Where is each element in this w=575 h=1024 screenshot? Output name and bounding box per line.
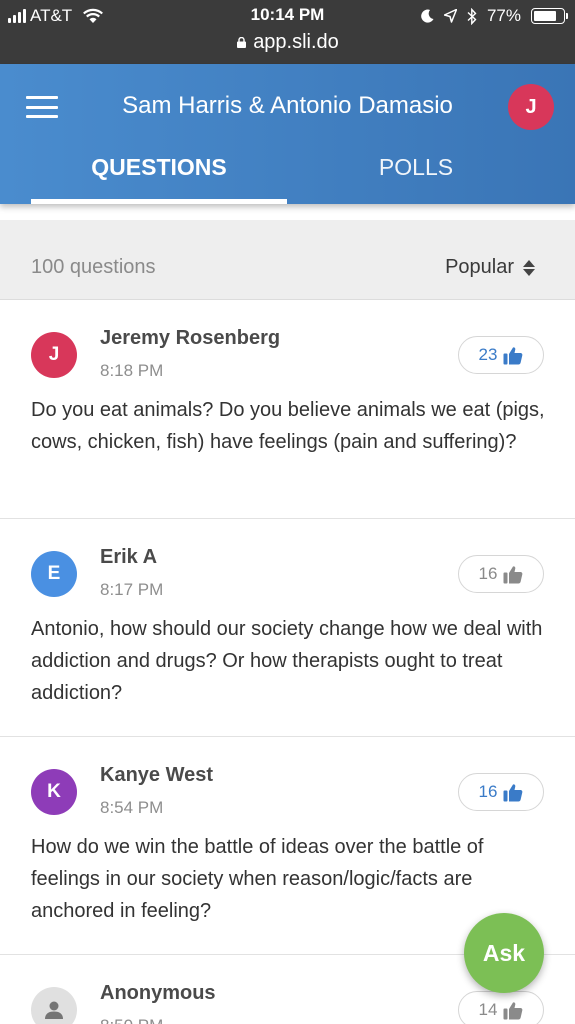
sort-dropdown[interactable]: Popular bbox=[445, 256, 535, 279]
app-header: Sam Harris & Antonio Damasio J QUESTIONS… bbox=[0, 64, 575, 204]
like-count: 14 bbox=[478, 1000, 498, 1019]
thumbs-up-icon bbox=[503, 1001, 523, 1019]
question-time: 8:18 PM bbox=[100, 361, 164, 380]
question-card: J Jeremy Rosenberg 8:18 PM 23 Do you eat… bbox=[0, 300, 575, 519]
question-count: 100 questions bbox=[31, 256, 156, 278]
question-text: Antonio, how should our society change h… bbox=[31, 618, 543, 704]
author-name: Anonymous bbox=[100, 982, 216, 1004]
like-button[interactable]: 16 bbox=[458, 773, 544, 811]
lock-icon bbox=[237, 37, 247, 48]
anonymous-user-icon bbox=[45, 1001, 63, 1019]
thumbs-up-icon bbox=[503, 346, 523, 364]
question-time: 8:50 PM bbox=[100, 1016, 163, 1024]
question-text: Do you eat animals? Do you believe anima… bbox=[31, 399, 545, 453]
user-avatar[interactable]: J bbox=[508, 84, 554, 130]
location-arrow-icon bbox=[443, 9, 457, 23]
sort-arrows-icon bbox=[523, 259, 535, 276]
question-time: 8:54 PM bbox=[100, 798, 164, 817]
question-text: How do we win the battle of ideas over t… bbox=[31, 836, 484, 922]
like-count: 16 bbox=[478, 564, 498, 583]
author-avatar: J bbox=[31, 332, 77, 378]
sort-bar: 100 questions Popular bbox=[0, 220, 575, 300]
author-name: Kanye West bbox=[100, 764, 214, 786]
like-count: 23 bbox=[478, 345, 498, 364]
battery-icon bbox=[531, 8, 568, 24]
event-title: Sam Harris & Antonio Damasio bbox=[122, 92, 453, 119]
status-bar: AT&T 10:14 PM app.sli.do 77% bbox=[0, 0, 575, 64]
like-count: 16 bbox=[478, 782, 498, 801]
battery-percent: 77% bbox=[486, 6, 521, 25]
tab-polls[interactable]: POLLS bbox=[288, 150, 544, 204]
tab-questions[interactable]: QUESTIONS bbox=[31, 150, 287, 204]
author-name: Erik A bbox=[100, 546, 158, 568]
author-avatar bbox=[31, 987, 77, 1024]
address-bar[interactable]: app.sli.do bbox=[0, 31, 575, 54]
author-name: Jeremy Rosenberg bbox=[100, 327, 281, 349]
question-card: E Erik A 8:17 PM 16 Antonio, how should … bbox=[0, 519, 575, 737]
like-button[interactable]: 14 bbox=[458, 991, 544, 1024]
bluetooth-icon bbox=[467, 7, 477, 25]
status-bar-right: 77% bbox=[421, 6, 568, 26]
thumbs-up-icon bbox=[503, 783, 523, 801]
ask-button[interactable]: Ask bbox=[464, 913, 544, 993]
address-url: app.sli.do bbox=[253, 31, 339, 53]
author-avatar: E bbox=[31, 551, 77, 597]
like-button[interactable]: 16 bbox=[458, 555, 544, 593]
like-button[interactable]: 23 bbox=[458, 336, 544, 374]
author-avatar: K bbox=[31, 769, 77, 815]
battery-fill bbox=[534, 11, 556, 21]
sort-label: Popular bbox=[445, 256, 514, 278]
moon-icon bbox=[421, 9, 434, 23]
thumbs-up-icon bbox=[503, 565, 523, 583]
question-time: 8:17 PM bbox=[100, 580, 164, 599]
active-tab-indicator bbox=[31, 199, 287, 204]
